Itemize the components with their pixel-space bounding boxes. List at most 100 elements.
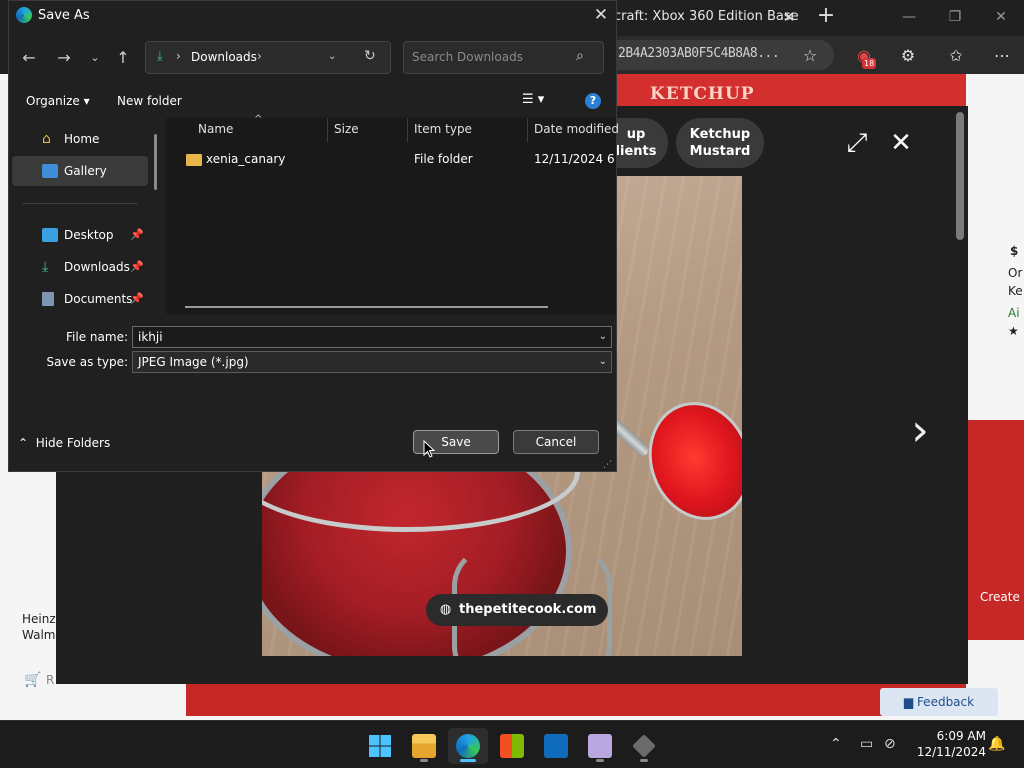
running-indicator bbox=[420, 759, 428, 762]
nav-item-home[interactable]: ⌂ Home bbox=[12, 124, 148, 154]
feedback-button[interactable]: ▆ Feedback bbox=[880, 688, 998, 716]
cart-icon[interactable]: 🛒 bbox=[24, 672, 41, 688]
chevron-up-icon: ⌃ bbox=[18, 436, 29, 450]
resize-grip-icon[interactable]: ⋰ bbox=[603, 460, 612, 470]
edge-icon bbox=[456, 734, 480, 758]
column-header-type[interactable]: Item type bbox=[414, 122, 472, 136]
hide-folders-label: Hide Folders bbox=[35, 436, 111, 450]
nav-item-label: Desktop bbox=[64, 228, 114, 242]
column-divider[interactable] bbox=[527, 118, 528, 142]
sort-ascending-icon: ^ bbox=[254, 114, 263, 125]
chip-line: Mustard bbox=[689, 144, 751, 159]
column-divider[interactable] bbox=[327, 118, 328, 142]
more-menu-icon[interactable]: ⋯ bbox=[990, 44, 1014, 68]
nav-scrollbar[interactable] bbox=[154, 134, 157, 190]
breadcrumb-downloads[interactable]: Downloads bbox=[191, 50, 257, 64]
minimize-button[interactable]: — bbox=[886, 2, 932, 32]
favorite-star-icon[interactable]: ☆ bbox=[798, 44, 822, 68]
nav-item-downloads[interactable]: ⤓ Downloads 📌 bbox=[12, 252, 148, 282]
forward-arrow-icon[interactable]: → bbox=[52, 46, 76, 70]
gallery-icon bbox=[42, 164, 58, 178]
breadcrumb-separator[interactable]: › bbox=[257, 49, 262, 63]
clock[interactable]: 6:09 AM 12/11/2024 bbox=[912, 728, 986, 760]
window-close-button[interactable]: ✕ bbox=[978, 2, 1024, 32]
side-product-image[interactable] bbox=[968, 420, 1024, 640]
show-hidden-icons-chevron-icon[interactable]: ⌃ bbox=[830, 736, 842, 752]
pin-icon: 📌 bbox=[130, 228, 144, 241]
outlook-icon bbox=[544, 734, 568, 758]
dialog-title: Save As bbox=[38, 8, 90, 23]
documents-icon bbox=[42, 292, 54, 306]
nav-item-documents[interactable]: Documents 📌 bbox=[12, 284, 148, 314]
tab-title: ecraft: Xbox 360 Edition Base bbox=[606, 9, 799, 24]
nav-item-desktop[interactable]: Desktop 📌 bbox=[12, 220, 148, 250]
source-watermark[interactable]: ◍ thepetitecook.com bbox=[426, 594, 609, 626]
product-title: Heinz bbox=[22, 612, 56, 626]
hide-folders-button[interactable]: ⌃ Hide Folders bbox=[18, 436, 110, 450]
breadcrumb-dropdown-icon[interactable]: ⌄ bbox=[328, 51, 336, 62]
address-breadcrumb[interactable] bbox=[145, 41, 391, 74]
file-list bbox=[166, 118, 616, 314]
file-name[interactable]: xenia_canary bbox=[206, 152, 285, 166]
volume-muted-icon[interactable]: ⊘ bbox=[884, 736, 896, 752]
file-name-value: ikhji bbox=[138, 330, 163, 344]
dialog-close-button[interactable]: ✕ bbox=[588, 4, 614, 28]
nav-item-gallery[interactable]: Gallery bbox=[12, 156, 148, 186]
running-indicator bbox=[640, 759, 648, 762]
new-folder-button[interactable]: New folder bbox=[117, 94, 182, 108]
related-products-strip[interactable] bbox=[186, 684, 966, 716]
chevron-down-icon[interactable]: ⌄ bbox=[599, 327, 607, 347]
taskbar-outlook[interactable] bbox=[536, 728, 576, 764]
home-icon: ⌂ bbox=[42, 131, 51, 147]
side-text: Ai bbox=[1008, 306, 1020, 320]
page-scrollbar[interactable] bbox=[956, 112, 964, 240]
viewer-close-icon[interactable]: ✕ bbox=[884, 126, 918, 160]
chevron-down-icon: ⌄ bbox=[598, 356, 607, 367]
search-icon[interactable]: ⌕ bbox=[576, 48, 584, 64]
rating-star-icon: ★ bbox=[1008, 324, 1019, 338]
column-header-name[interactable]: Name bbox=[198, 122, 233, 136]
network-icon[interactable]: ▭ bbox=[860, 736, 873, 752]
download-icon: ⤓ bbox=[157, 49, 163, 64]
back-arrow-icon[interactable]: ← bbox=[17, 46, 41, 70]
product-seller: Walm bbox=[22, 628, 56, 642]
favorites-icon[interactable]: ✩ bbox=[944, 44, 968, 68]
view-options-icon[interactable]: ☰ ▾ bbox=[522, 92, 544, 107]
column-divider[interactable] bbox=[407, 118, 408, 142]
clock-time: 6:09 AM bbox=[936, 729, 986, 743]
refresh-icon[interactable]: ↻ bbox=[364, 48, 376, 64]
help-icon[interactable]: ? bbox=[585, 93, 601, 109]
downloads-icon: ⤓ bbox=[42, 259, 49, 275]
taskbar-store[interactable] bbox=[492, 728, 532, 764]
up-arrow-icon[interactable]: ↑ bbox=[111, 46, 135, 70]
restore-button[interactable]: ❐ bbox=[932, 2, 978, 32]
notification-bell-icon[interactable]: 🔔 bbox=[988, 736, 1005, 752]
column-header-date[interactable]: Date modified bbox=[534, 122, 619, 136]
clock-date: 12/11/2024 bbox=[916, 745, 986, 759]
file-name-input[interactable]: ikhji ⌄ bbox=[132, 326, 612, 348]
expand-icon[interactable]: ⤢ bbox=[840, 126, 874, 160]
tab-close-icon[interactable]: ✕ bbox=[778, 4, 800, 30]
organize-button[interactable]: Organize ▾ bbox=[26, 94, 90, 108]
extensions-puzzle-icon[interactable]: ⚙ bbox=[896, 44, 920, 68]
notes-app-icon bbox=[588, 734, 612, 758]
url-text: 2B4A2303AB0F5C4B8A8... bbox=[618, 46, 780, 61]
save-type-select[interactable]: JPEG Image (*.jpg) ⌄ bbox=[132, 351, 612, 373]
taskbar-notes-app[interactable] bbox=[580, 728, 620, 764]
cancel-button[interactable]: Cancel bbox=[513, 430, 599, 454]
taskbar-edge[interactable] bbox=[448, 728, 488, 764]
browser-tab[interactable]: ecraft: Xbox 360 Edition Base bbox=[606, 4, 802, 34]
next-image-icon[interactable]: › bbox=[900, 409, 940, 456]
column-header-size[interactable]: Size bbox=[334, 122, 359, 136]
new-tab-button[interactable]: + bbox=[814, 4, 838, 30]
watermark-text: thepetitecook.com bbox=[459, 602, 597, 617]
side-text: Or bbox=[1008, 266, 1023, 280]
file-explorer-icon bbox=[412, 734, 436, 758]
filter-chip-ketchup-mustard[interactable]: Ketchup Mustard bbox=[676, 118, 764, 168]
nav-divider bbox=[22, 203, 138, 204]
taskbar-file-explorer[interactable] bbox=[404, 728, 444, 764]
recent-locations-chevron-icon[interactable]: ⌄ bbox=[83, 46, 107, 70]
start-button[interactable] bbox=[360, 728, 400, 764]
horizontal-scrollbar[interactable] bbox=[185, 306, 548, 308]
taskbar-xenia[interactable] bbox=[624, 728, 664, 764]
